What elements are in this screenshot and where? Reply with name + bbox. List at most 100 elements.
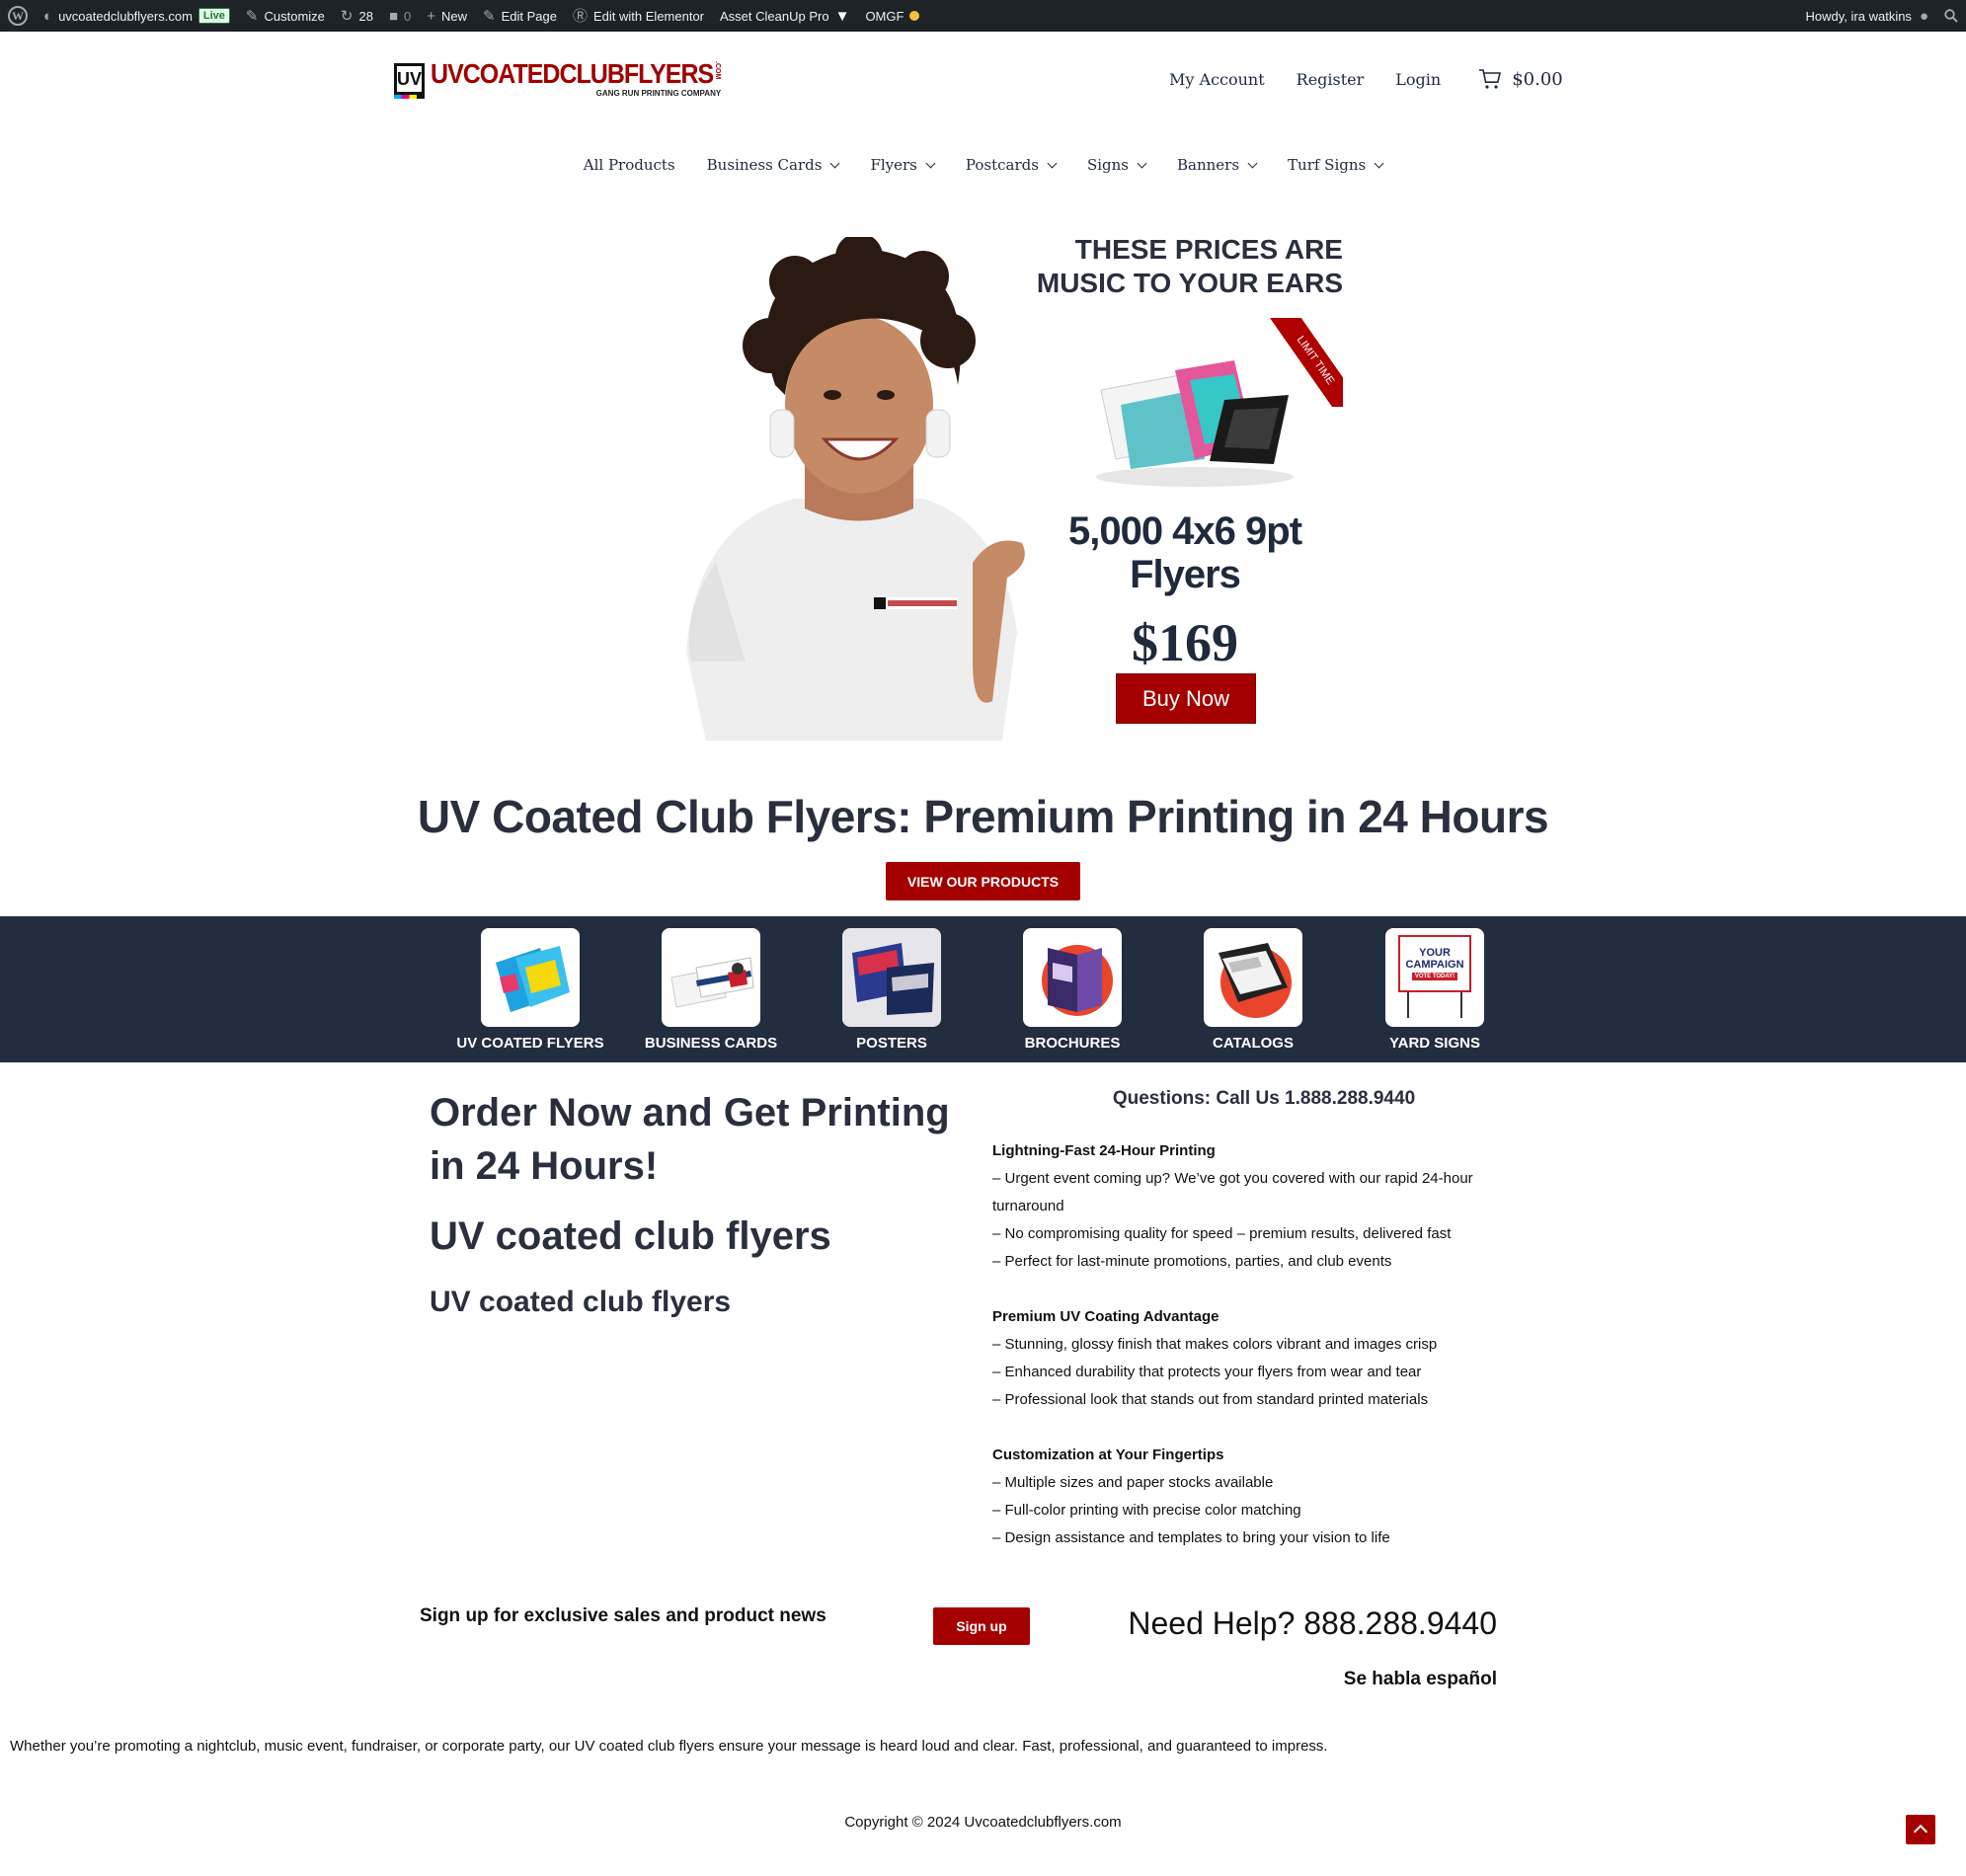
register-link[interactable]: Register <box>1297 70 1365 89</box>
comment-icon: ■ <box>388 7 399 25</box>
brush-icon: ✎ <box>245 7 259 25</box>
updates-count: 28 <box>358 8 373 24</box>
category-label: BUSINESS CARDS <box>644 1035 778 1052</box>
category-brochures[interactable]: BROCHURES <box>993 928 1151 1052</box>
greeting: Howdy, ira watkins <box>1805 8 1912 24</box>
customize-link[interactable]: ✎ Customize <box>238 0 333 32</box>
order-heading: Order Now and Get Printing in 24 Hours! <box>430 1091 950 1188</box>
wordpress-menu[interactable]: W <box>0 0 36 32</box>
buy-now-button[interactable]: Buy Now <box>1116 673 1256 724</box>
category-image <box>842 928 941 1027</box>
copyright: Copyright © 2024 Uvcoatedclubflyers.com <box>844 1814 1122 1831</box>
user-icon: ● <box>1919 7 1928 25</box>
account-menu[interactable]: Howdy, ira watkins ● <box>1798 0 1936 32</box>
nav-label: Banners <box>1176 156 1240 174</box>
questions-phone: Questions: Call Us 1.888.288.9440 <box>1112 1088 1416 1109</box>
view-products-button[interactable]: VIEW OUR PRODUCTS <box>886 862 1080 900</box>
feature-line: – Urgent event coming up? We’ve got you … <box>992 1170 1473 1214</box>
feature-section: Premium UV Coating Advantage – Stunning,… <box>992 1303 1526 1414</box>
admin-search[interactable] <box>1936 0 1966 32</box>
newsletter-text: Sign up for exclusive sales and product … <box>420 1605 826 1626</box>
new-label: New <box>441 8 468 24</box>
flyers-thumbnail <box>496 946 570 1012</box>
edit-elementor-label: Edit with Elementor <box>593 8 705 24</box>
feature-list: Lightning-Fast 24-Hour Printing – Urgent… <box>992 1137 1526 1580</box>
category-image <box>1023 928 1122 1027</box>
offer-line: 5,000 4x6 9pt <box>1067 509 1302 553</box>
logo-tagline: GANG RUN PRINTING COMPANY <box>595 88 722 98</box>
main-nav: All Products Business Cards Flyers Postc… <box>0 156 1966 174</box>
catalogs-thumbnail <box>1219 943 1292 1018</box>
wordpress-icon: W <box>8 6 28 26</box>
comments-link[interactable]: ■ 0 <box>381 0 419 32</box>
nav-label: Flyers <box>870 156 917 174</box>
category-label: CATALOGS <box>1213 1035 1294 1052</box>
section-heading: UV coated club flyers <box>430 1214 831 1258</box>
brochures-thumbnail <box>1042 945 1113 1016</box>
chevron-down-icon <box>1137 158 1147 168</box>
dashboard-icon: ◐ <box>43 7 53 25</box>
help-phone[interactable]: Need Help? 888.288.9440 <box>1086 1605 1497 1642</box>
pencil-icon: ✎ <box>483 7 496 25</box>
account-nav: My Account Register Login $0.00 <box>1169 67 1563 91</box>
feature-line: – Multiple sizes and paper stocks availa… <box>992 1474 1274 1491</box>
feature-section: Customization at Your Fingertips – Multi… <box>992 1442 1526 1552</box>
logo-badge: UV <box>394 63 426 99</box>
feature-line: – No compromising quality for speed – pr… <box>992 1225 1452 1242</box>
cart-link[interactable]: $0.00 <box>1478 67 1563 91</box>
offer-line: Flyers <box>1130 553 1241 596</box>
asset-cleanup-link[interactable]: Asset CleanUp Pro ▼ <box>712 0 857 32</box>
scroll-to-top-button[interactable] <box>1906 1815 1935 1844</box>
feature-section: Lightning-Fast 24-Hour Printing – Urgent… <box>992 1137 1526 1276</box>
site-name-link[interactable]: ◐ uvcoatedclubflyers.com Live <box>36 0 238 32</box>
category-posters[interactable]: POSTERS <box>813 928 971 1052</box>
login-link[interactable]: Login <box>1395 70 1441 89</box>
nav-banners[interactable]: Banners <box>1176 156 1258 174</box>
chevron-down-icon <box>829 158 840 168</box>
nav-postcards[interactable]: Postcards <box>965 156 1058 174</box>
category-uv-coated-flyers[interactable]: UV COATED FLYERS <box>451 928 609 1052</box>
nav-label: Signs <box>1086 156 1129 174</box>
category-label: POSTERS <box>856 1035 927 1052</box>
site-logo[interactable]: UV UVCOATEDCLUBFLYERS .COM GANG RUN PRIN… <box>394 59 721 99</box>
category-yard-signs[interactable]: YOUR CAMPAIGN VOTE TODAY! YARD SIGNS <box>1356 928 1514 1052</box>
omgf-label: OMGF <box>865 8 904 24</box>
my-account-link[interactable]: My Account <box>1169 70 1265 89</box>
chevron-down-icon <box>1047 158 1058 168</box>
category-catalogs[interactable]: CATALOGS <box>1174 928 1332 1052</box>
nav-signs[interactable]: Signs <box>1086 156 1147 174</box>
nav-all-products[interactable]: All Products <box>584 156 675 174</box>
cart-icon <box>1479 69 1502 89</box>
sign-text: CAMPAIGN <box>1405 958 1464 971</box>
feature-title: Customization at Your Fingertips <box>992 1446 1224 1463</box>
admin-bar: W ◐ uvcoatedclubflyers.com Live ✎ Customize… <box>0 0 1966 32</box>
live-badge: Live <box>197 8 230 24</box>
nav-business-cards[interactable]: Business Cards <box>707 156 840 174</box>
updates-link[interactable]: ↻ 28 <box>333 0 381 32</box>
category-business-cards[interactable]: BUSINESS CARDS <box>632 928 790 1052</box>
signup-button[interactable]: Sign up <box>933 1607 1030 1645</box>
nav-flyers[interactable]: Flyers <box>870 156 936 174</box>
edit-elementor-link[interactable]: Ⓡ Edit with Elementor <box>565 0 712 32</box>
yard-sign-thumbnail: YOUR CAMPAIGN VOTE TODAY! <box>1398 935 1471 1020</box>
offer-text: 5,000 4x6 9pt Flyers <box>1037 509 1333 596</box>
edit-page-link[interactable]: ✎ Edit Page <box>475 0 565 32</box>
nav-label: All Products <box>583 156 675 174</box>
nav-turf-signs[interactable]: Turf Signs <box>1288 156 1384 174</box>
feature-line: – Full-color printing with precise color… <box>992 1502 1301 1519</box>
omgf-link[interactable]: OMGF <box>857 0 927 32</box>
logo-wordmark: UVCOATEDCLUBFLYERS <box>431 58 714 89</box>
category-image <box>662 928 760 1027</box>
chevron-up-icon <box>1913 1824 1928 1839</box>
spanish-note: Se habla español <box>1343 1669 1497 1689</box>
new-content-link[interactable]: + New <box>419 0 475 32</box>
edit-page-label: Edit Page <box>501 8 557 24</box>
business-cards-thumbnail <box>670 957 754 1008</box>
nav-label: Postcards <box>965 156 1039 174</box>
category-label: YARD SIGNS <box>1389 1035 1480 1052</box>
category-image <box>481 928 580 1027</box>
feature-line: – Professional look that stands out from… <box>992 1391 1429 1408</box>
sign-text: YOUR <box>1419 946 1451 959</box>
chevron-down-icon <box>925 158 936 168</box>
footer-blurb: Whether you’re promoting a nightclub, mu… <box>10 1738 1328 1755</box>
